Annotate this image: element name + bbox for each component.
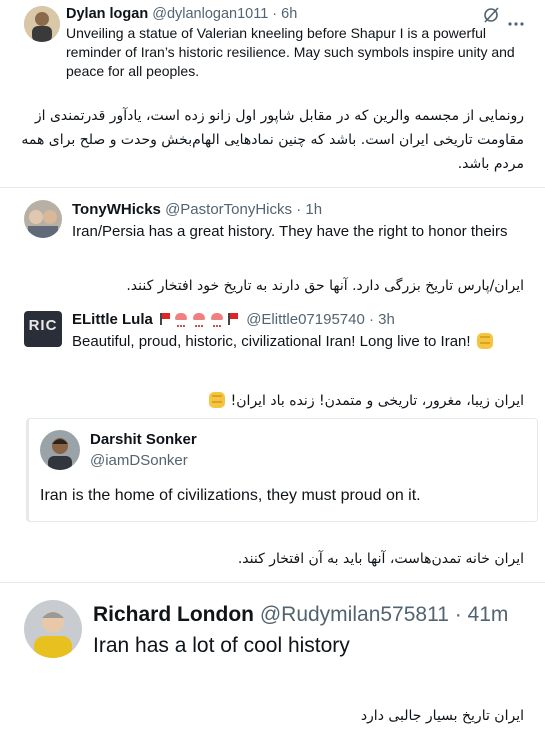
divider [0, 187, 545, 188]
avatar[interactable]: RIC [24, 311, 62, 347]
tweet-header: TonyWHicks @PastorTonyHicks · 1h [72, 201, 322, 218]
tweet-text-row: Beautiful, proud, historic, civilization… [72, 333, 532, 350]
author-handle[interactable]: @Rudymilan575811 [260, 603, 449, 626]
avatar[interactable] [24, 200, 62, 238]
grok-icon[interactable] [482, 6, 500, 24]
tweet-time[interactable]: · 6h [272, 6, 297, 22]
avatar-image [24, 6, 60, 42]
pink-octopus-icon [210, 313, 224, 327]
avatar[interactable] [24, 6, 60, 42]
tweet-time[interactable]: · 1h [296, 201, 322, 218]
tweet-text: Iran/Persia has a great history. They ha… [72, 223, 508, 240]
author-handle[interactable]: @PastorTonyHicks [165, 201, 292, 218]
pink-octopus-icon [192, 313, 206, 327]
avatar-image [40, 430, 80, 470]
pink-octopus-icon [174, 313, 188, 327]
avatar[interactable] [40, 430, 80, 470]
more-icon[interactable] [507, 13, 525, 26]
tweet-text: Iran is the home of civilizations, they … [40, 487, 421, 504]
fist-icon [208, 392, 225, 408]
red-flag-icon [228, 313, 239, 325]
name-emojis [160, 311, 246, 328]
author-handle[interactable]: @Elittle07195740 [246, 311, 365, 328]
avatar-image [24, 600, 82, 658]
translation-row: ایران زیبا، مغرور، تاریخی و متمدن! زنده … [16, 390, 524, 411]
avatar[interactable] [24, 600, 82, 658]
author-handle[interactable]: @dylanlogan1011 [152, 6, 268, 22]
avatar-image [24, 200, 62, 238]
tweet-translation: ایران خانه تمدن‌هاست، آنها باید به آن اف… [237, 551, 524, 567]
author-name[interactable]: ELittle Lula [72, 311, 153, 328]
fist-icon [476, 333, 493, 349]
author-name[interactable]: TonyWHicks [72, 201, 161, 218]
tweet-time[interactable]: · 3h [369, 311, 395, 328]
tweet-header: Dylan logan @dylanlogan1011 · 6h [66, 6, 297, 22]
tweet-text: Unveiling a statue of Valerian kneeling … [66, 25, 515, 79]
author-name[interactable]: Richard London [93, 603, 254, 626]
tweet-translation: ایران زیبا، مغرور، تاریخی و متمدن! زنده … [230, 393, 524, 409]
author-name[interactable]: Dylan logan [66, 6, 148, 22]
tweet-time[interactable]: · 41m [455, 603, 509, 626]
tweet-header: ELittle Lula @Elittle07195740 · 3h [72, 311, 395, 328]
tweet-header: Richard London @Rudymilan575811 · 41m [93, 603, 508, 627]
red-flag-icon [160, 313, 171, 325]
tweet-text: Iran has a lot of cool history [93, 634, 350, 657]
author-name[interactable]: Darshit Sonker [90, 431, 197, 448]
tweet-text: Beautiful, proud, historic, civilization… [72, 333, 471, 350]
avatar-text: RIC [28, 317, 58, 334]
tweet-translation: ایران/پارس تاریخ بزرگی دارد. آنها حق دار… [126, 278, 524, 294]
author-handle[interactable]: @iamDSonker [90, 452, 188, 469]
tweet-translation: رونمایی از مجسمه والرین که در مقابل شاپو… [21, 108, 524, 172]
divider [0, 582, 545, 583]
tweet-translation: ایران تاریخ بسیار جالبی دارد [360, 708, 524, 724]
